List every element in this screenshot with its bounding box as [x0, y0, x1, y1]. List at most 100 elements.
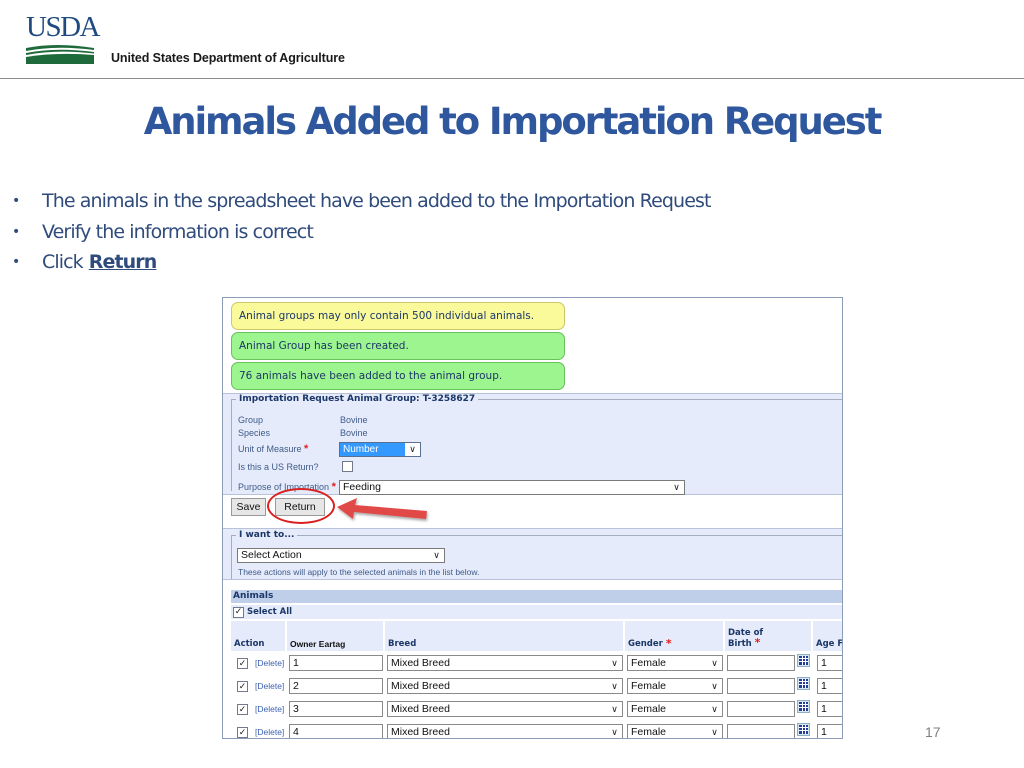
chevron-down-icon: ∨	[711, 727, 718, 737]
gender-select[interactable]: Female ∨	[627, 701, 723, 717]
breed-value: Mixed Breed	[391, 680, 450, 692]
table-row: ✓ [Delete] 4 Mixed Breed ∨ Female ∨ 1	[223, 722, 842, 738]
date-of-birth-input[interactable]	[727, 724, 795, 738]
usda-logo: USDA	[26, 12, 100, 64]
bullet-text: Verify the information is correct	[42, 220, 314, 243]
action-help-text: These actions will apply to the selected…	[238, 567, 480, 577]
slide-title: Animals Added to Importation Request	[143, 100, 883, 143]
gender-value: Female	[631, 680, 667, 692]
breed-select[interactable]: Mixed Breed ∨	[387, 701, 623, 717]
action-legend: I want to...	[236, 530, 298, 540]
animal-group-fieldset: Importation Request Animal Group: T-3258…	[231, 394, 842, 495]
purpose-of-importation-select[interactable]: Feeding ∨	[339, 480, 685, 495]
chevron-down-icon: ∨	[673, 482, 680, 492]
unit-of-measure-label-text: Unit of Measure	[238, 444, 302, 454]
owner-eartag-input[interactable]: 4	[289, 724, 383, 738]
chevron-down-icon: ∨	[711, 681, 718, 691]
date-of-birth-input[interactable]	[727, 655, 795, 671]
highlight-circle	[267, 488, 335, 524]
group-label: Group	[238, 415, 264, 425]
owner-eartag-input[interactable]: 2	[289, 678, 383, 694]
gender-select[interactable]: Female ∨	[627, 678, 723, 694]
calendar-icon[interactable]	[797, 700, 810, 713]
chevron-down-icon: ∨	[611, 658, 618, 668]
unit-of-measure-label: Unit of Measure *	[238, 443, 308, 455]
gender-select[interactable]: Female ∨	[627, 655, 723, 671]
row-checkbox[interactable]: ✓	[237, 704, 248, 715]
breed-value: Mixed Breed	[391, 657, 450, 669]
age-input[interactable]: 1	[817, 655, 842, 671]
table-row: ✓ [Delete] 1 Mixed Breed ∨ Female ∨ 1	[223, 653, 842, 676]
date-of-birth-input[interactable]	[727, 678, 795, 694]
usda-logo-text: USDA	[26, 11, 100, 43]
bullet-icon: •	[12, 223, 20, 240]
column-header-action: Action	[231, 621, 285, 651]
bullet-item: • The animals in the spreadsheet have bee…	[12, 186, 711, 217]
action-panel: I want to... Select Action ∨ These actio…	[223, 528, 842, 580]
age-input[interactable]: 1	[817, 701, 842, 717]
breed-select[interactable]: Mixed Breed ∨	[387, 724, 623, 738]
chevron-down-icon: ∨	[433, 550, 440, 560]
owner-eartag-input[interactable]: 1	[289, 655, 383, 671]
success-message: 76 animals have been added to the animal…	[231, 362, 565, 390]
page-number: 17	[925, 724, 941, 740]
table-row: ✓ [Delete] 2 Mixed Breed ∨ Female ∨ 1	[223, 676, 842, 699]
calendar-icon[interactable]	[797, 723, 810, 736]
required-icon: *	[331, 481, 336, 493]
warning-message: Animal groups may only contain 500 indiv…	[231, 302, 565, 330]
age-input[interactable]: 1	[817, 678, 842, 694]
breed-select[interactable]: Mixed Breed ∨	[387, 655, 623, 671]
save-button[interactable]: Save	[231, 498, 266, 516]
unit-of-measure-value: Number	[340, 443, 405, 456]
gender-value: Female	[631, 657, 667, 669]
agency-name: United States Department of Agriculture	[111, 51, 345, 65]
group-value: Bovine	[340, 415, 368, 425]
bullet-text: The animals in the spreadsheet have been…	[42, 190, 711, 213]
delete-link[interactable]: [Delete]	[255, 704, 284, 714]
required-icon: *	[304, 443, 309, 455]
select-action-dropdown[interactable]: Select Action ∨	[237, 548, 445, 563]
delete-link[interactable]: [Delete]	[255, 681, 284, 691]
breed-value: Mixed Breed	[391, 726, 450, 738]
bullet-text: Click	[42, 251, 84, 274]
select-action-value: Select Action	[241, 549, 302, 561]
bullet-icon: •	[12, 193, 20, 210]
dob-header-text: Birth	[728, 639, 752, 649]
select-all-row: ✓ Select All	[231, 605, 842, 619]
delete-link[interactable]: [Delete]	[255, 658, 284, 668]
row-checkbox[interactable]: ✓	[237, 658, 248, 669]
required-icon: *	[754, 636, 761, 649]
us-return-checkbox[interactable]	[342, 461, 353, 472]
calendar-icon[interactable]	[797, 654, 810, 667]
gender-header-text: Gender	[628, 639, 663, 649]
breed-select[interactable]: Mixed Breed ∨	[387, 678, 623, 694]
bullet-icon: •	[12, 254, 20, 271]
usda-field-icon	[26, 45, 94, 64]
callout-arrow-icon	[337, 498, 427, 519]
species-label: Species	[238, 428, 271, 438]
us-return-label: Is this a US Return?	[238, 462, 319, 472]
unit-of-measure-select[interactable]: Number ∨	[339, 442, 421, 457]
row-checkbox[interactable]: ✓	[237, 681, 248, 692]
animal-group-legend: Importation Request Animal Group: T-3258…	[236, 394, 479, 404]
chevron-down-icon: ∨	[611, 727, 618, 737]
column-header-gender: Gender *	[625, 621, 723, 651]
gender-select[interactable]: Female ∨	[627, 724, 723, 738]
bullet-item: • Verify the information is correct	[12, 217, 711, 248]
owner-eartag-input[interactable]: 3	[289, 701, 383, 717]
chevron-down-icon: ∨	[409, 444, 416, 454]
chevron-down-icon: ∨	[711, 704, 718, 714]
delete-link[interactable]: [Delete]	[255, 727, 284, 737]
column-header-age: Age F	[813, 621, 842, 651]
calendar-icon[interactable]	[797, 677, 810, 690]
select-all-checkbox[interactable]: ✓	[233, 606, 244, 618]
date-of-birth-input[interactable]	[727, 701, 795, 717]
purpose-value: Feeding	[343, 481, 381, 493]
bullet-list: • The animals in the spreadsheet have bee…	[12, 186, 711, 278]
row-checkbox[interactable]: ✓	[237, 727, 248, 738]
animals-section-header: Animals	[231, 590, 842, 603]
action-fieldset: I want to... Select Action ∨ These actio…	[231, 530, 842, 579]
success-message: Animal Group has been created.	[231, 332, 565, 360]
age-input[interactable]: 1	[817, 724, 842, 738]
column-header-owner-eartag: Owner Eartag	[287, 621, 383, 651]
